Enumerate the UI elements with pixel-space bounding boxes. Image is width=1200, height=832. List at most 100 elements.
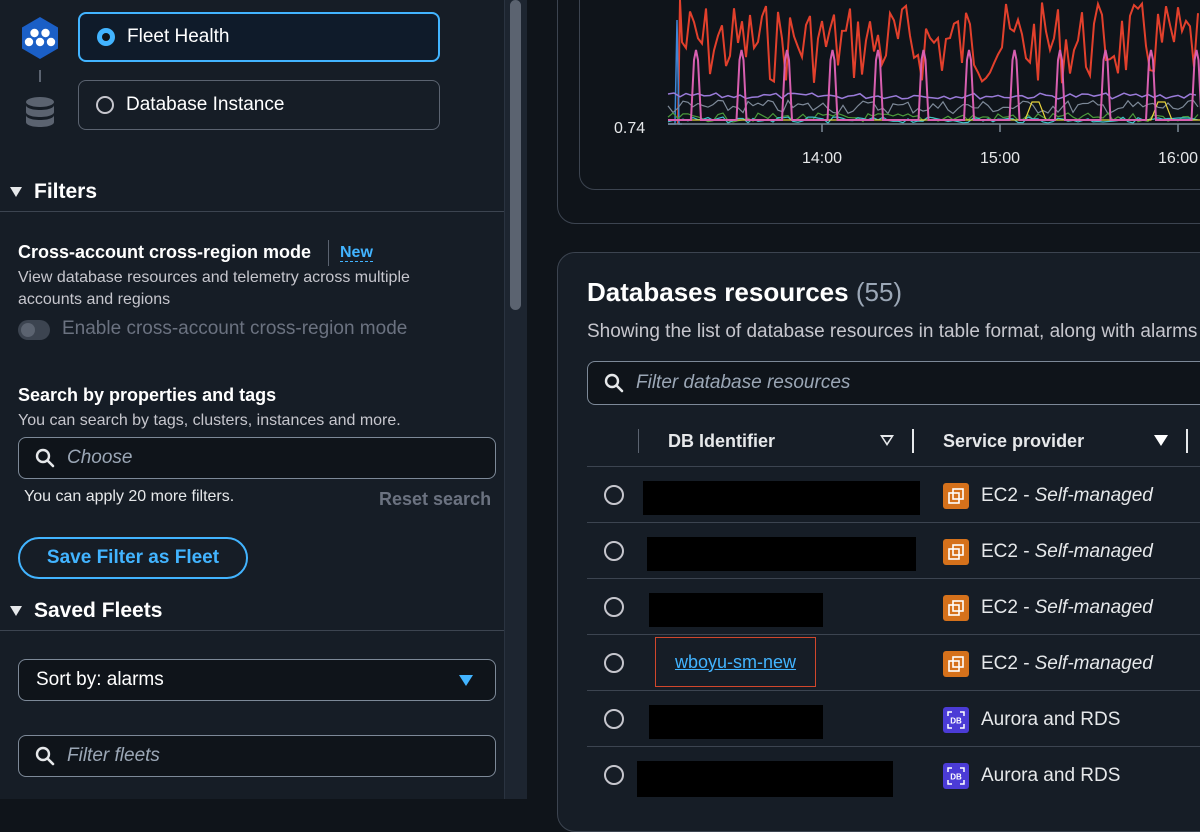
provider-label: EC2 -: [981, 485, 1030, 506]
y-tick-label: 0.74: [614, 120, 645, 137]
provider-label: EC2 -: [981, 541, 1030, 562]
series-line: [668, 49, 1200, 121]
db-identifier-link[interactable]: wboyu-sm-new: [675, 652, 796, 673]
radio-unselected-icon[interactable]: [96, 96, 114, 114]
column-divider: [638, 429, 639, 453]
x-tick-label: 14:00: [802, 150, 842, 167]
column-header-service-provider[interactable]: Service provider: [943, 420, 1084, 462]
option-fleet-health[interactable]: Fleet Health: [78, 12, 440, 62]
fleet-hexagon-icon: [22, 17, 58, 59]
row-radio[interactable]: [604, 485, 624, 505]
redacted-db-identifier: [637, 761, 893, 797]
table-row[interactable]: wboyu-sm-new EC2 - Self-managed: [587, 634, 1200, 691]
column-header-label: Service provider: [943, 430, 1085, 451]
service-provider-cell: EC2 - Self-managed: [943, 539, 1153, 565]
step-connector: [39, 70, 41, 82]
series-line: [677, 0, 1199, 125]
provider-label: EC2 -: [981, 653, 1030, 674]
option-label: Database Instance: [126, 94, 285, 115]
left-panel: Fleet Health Database Instance Filters C…: [0, 0, 504, 799]
filter-fleets-placeholder: Filter fleets: [67, 745, 160, 766]
search-description: You can search by tags, clusters, instan…: [18, 412, 401, 429]
search-icon: [604, 373, 624, 393]
rds-icon: DB: [943, 707, 969, 733]
saved-fleets-heading[interactable]: Saved Fleets: [10, 599, 162, 623]
column-resize-handle[interactable]: [1186, 429, 1188, 453]
service-provider-cell: EC2 - Self-managed: [943, 651, 1153, 677]
row-radio[interactable]: [604, 709, 624, 729]
row-radio[interactable]: [604, 597, 624, 617]
provider-label: Aurora and RDS: [981, 765, 1121, 786]
series-line: [667, 99, 1199, 115]
redacted-db-identifier: [643, 481, 920, 515]
caret-down-icon: [10, 606, 22, 616]
redacted-db-identifier: [649, 593, 823, 627]
caret-down-icon: [459, 674, 473, 686]
metrics-line-chart: 0.74 14:00 15:00 16:00: [614, 0, 1200, 167]
provider-detail: Self-managed: [1034, 653, 1153, 674]
database-filter-input[interactable]: Filter database resources: [587, 361, 1200, 405]
cross-mode-toggle[interactable]: [18, 320, 50, 340]
svg-text:DB: DB: [950, 773, 962, 782]
rds-icon: DB: [943, 763, 969, 789]
filters-remaining-note: You can apply 20 more filters.: [24, 488, 235, 505]
property-search-placeholder: Choose: [67, 447, 133, 468]
cross-mode-description-line-1: View database resources and telemetry ac…: [18, 269, 410, 286]
divider: [0, 211, 504, 212]
property-search-input[interactable]: Choose: [18, 437, 496, 479]
sort-caret-icon[interactable]: [1154, 435, 1168, 446]
ec2-icon: [943, 595, 969, 621]
saved-fleets-heading-label: Saved Fleets: [34, 599, 163, 622]
row-radio[interactable]: [604, 541, 624, 561]
databases-subtitle: Showing the list of database resources i…: [587, 321, 1198, 342]
sort-fleets-value: Sort by: alarms: [36, 669, 164, 690]
caret-down-icon: [10, 187, 22, 197]
x-tick-label: 16:00: [1158, 150, 1198, 167]
column-header-db-identifier[interactable]: DB Identifier: [668, 420, 775, 462]
databases-title: Databases resources (55): [587, 277, 902, 308]
cross-mode-description-line-2: accounts and regions: [18, 291, 171, 308]
service-provider-cell: DB Aurora and RDS: [943, 763, 1120, 789]
table-row[interactable]: DB Aurora and RDS: [587, 746, 1200, 803]
svg-text:DB: DB: [950, 717, 962, 726]
divider: [0, 630, 504, 631]
ec2-icon: [943, 483, 969, 509]
panel-scrollbar-thumb[interactable]: [510, 0, 521, 310]
filter-fleets-input[interactable]: Filter fleets: [18, 735, 496, 777]
new-badge[interactable]: New: [328, 240, 373, 266]
search-icon: [35, 448, 55, 468]
option-database-instance[interactable]: Database Instance: [78, 80, 440, 130]
databases-count: (55): [855, 277, 903, 307]
table-row[interactable]: EC2 - Self-managed: [587, 466, 1200, 523]
db-identifier-cell: wboyu-sm-new: [655, 637, 816, 687]
provider-detail: Self-managed: [1034, 541, 1153, 562]
cross-mode-title: Cross-account cross-region mode: [18, 242, 312, 262]
table-row[interactable]: DB Aurora and RDS: [587, 690, 1200, 747]
table-row[interactable]: EC2 - Self-managed: [587, 522, 1200, 579]
new-badge-label: New: [340, 244, 373, 262]
option-label: Fleet Health: [127, 26, 230, 47]
sort-caret-icon[interactable]: [880, 435, 894, 446]
search-title: Search by properties and tags: [18, 385, 277, 405]
table-row[interactable]: EC2 - Self-managed: [587, 578, 1200, 635]
cross-mode-toggle-label: Enable cross-account cross-region mode: [62, 318, 408, 339]
save-filter-as-fleet-button[interactable]: Save Filter as Fleet: [18, 537, 248, 579]
service-provider-cell: EC2 - Self-managed: [943, 595, 1153, 621]
service-provider-cell: EC2 - Self-managed: [943, 483, 1153, 509]
provider-label: Aurora and RDS: [981, 709, 1121, 730]
radio-selected-icon[interactable]: [97, 28, 115, 46]
sort-fleets-select[interactable]: Sort by: alarms: [18, 659, 496, 701]
databases-title-text: Databases resources: [587, 277, 849, 307]
reset-search-button[interactable]: Reset search: [379, 489, 491, 510]
database-icon: [26, 97, 54, 127]
provider-label: EC2 -: [981, 597, 1030, 618]
search-icon: [35, 746, 55, 766]
redacted-db-identifier: [649, 705, 823, 739]
row-radio[interactable]: [604, 765, 624, 785]
column-resize-handle[interactable]: [912, 429, 914, 453]
column-header-label: DB Identifier: [668, 430, 776, 451]
filters-heading[interactable]: Filters: [10, 180, 97, 204]
provider-detail: Self-managed: [1034, 597, 1153, 618]
row-radio[interactable]: [604, 653, 624, 673]
ec2-icon: [943, 651, 969, 677]
